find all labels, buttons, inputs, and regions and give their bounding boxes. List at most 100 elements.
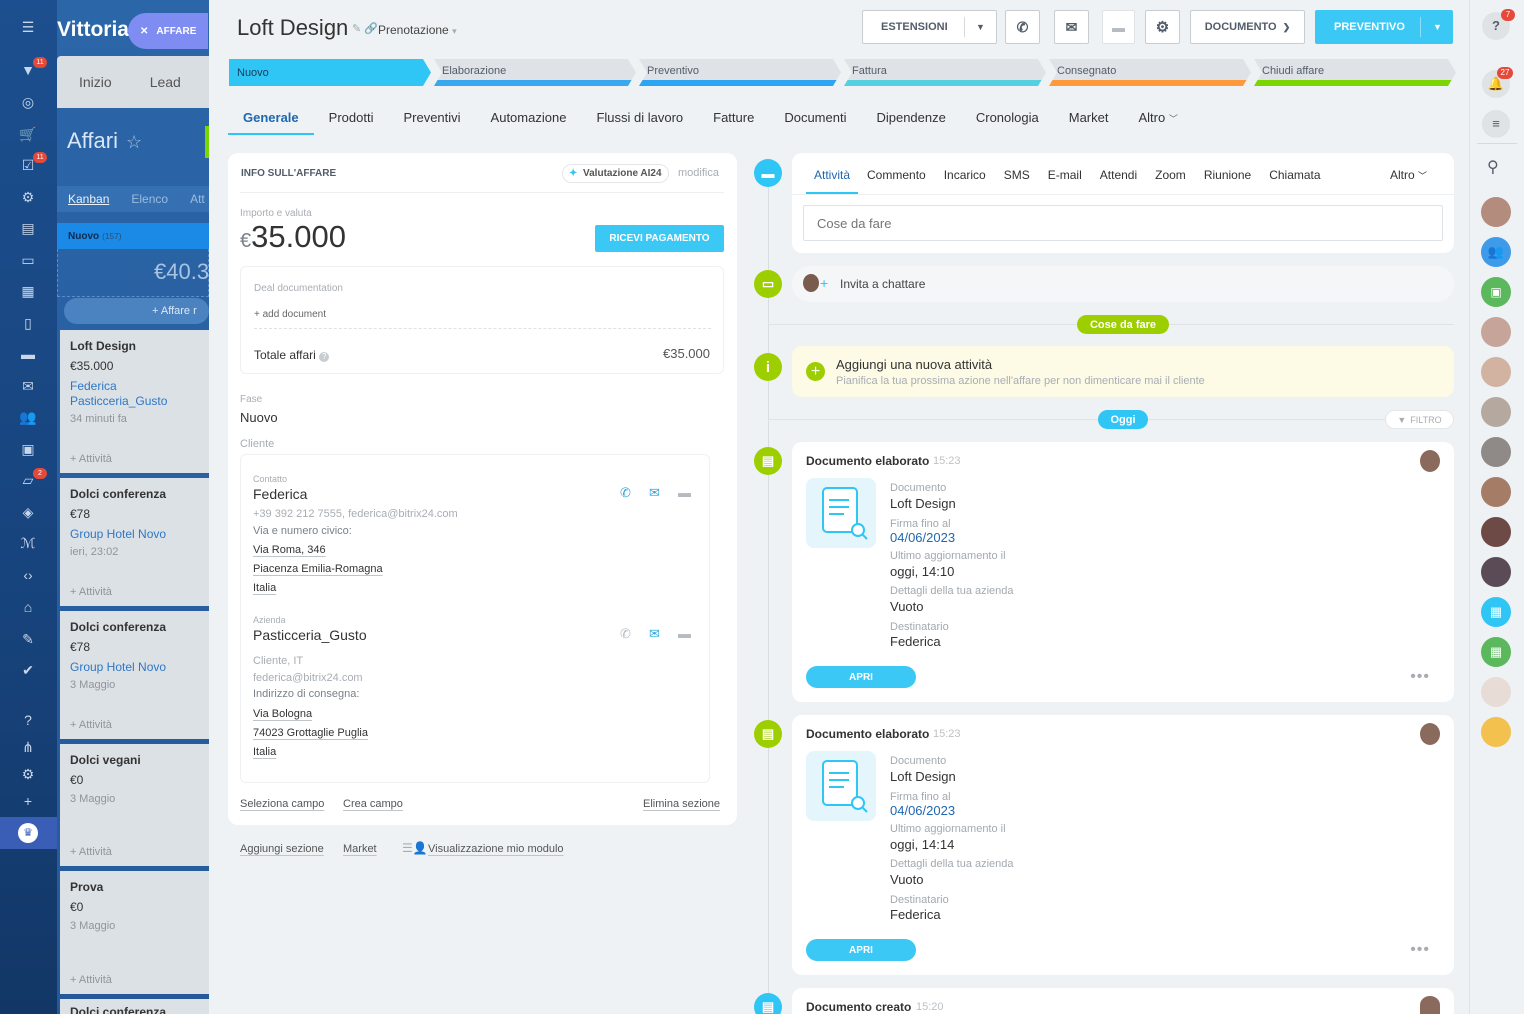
menu-icon[interactable]: ☰ <box>17 17 39 37</box>
document-button[interactable]: DOCUMENTO ❯ <box>1190 10 1305 44</box>
tab-comment[interactable]: Commento <box>858 158 935 194</box>
tab-call[interactable]: Chiamata <box>1260 158 1329 194</box>
calendar-icon[interactable]: ▦ <box>17 281 39 301</box>
filter-button[interactable]: ▼ FILTRO <box>1385 410 1454 429</box>
card-icon[interactable]: ▣ <box>17 439 39 459</box>
tab-documents[interactable]: Documenti <box>769 105 861 135</box>
target-icon[interactable]: ◎ <box>17 92 39 112</box>
plus-icon[interactable]: + <box>17 791 39 811</box>
tab-sms[interactable]: SMS <box>995 158 1039 194</box>
edit-link[interactable]: modifica <box>678 167 719 179</box>
tab-workflows[interactable]: Flussi di lavoro <box>581 105 698 135</box>
chat-icon[interactable]: ▭ <box>17 250 39 270</box>
tab-invoices[interactable]: Fatture <box>698 105 769 135</box>
check-icon[interactable]: ✔ <box>17 660 39 680</box>
kanban-card[interactable]: Dolci conferenza €78 Group Hotel Novo 3 … <box>60 611 209 739</box>
avatar[interactable] <box>1481 477 1511 507</box>
star-icon[interactable]: ☆ <box>126 132 142 153</box>
market-link[interactable]: Market <box>343 843 377 855</box>
view-activities[interactable]: Att <box>190 192 205 206</box>
select-field-link[interactable]: Seleziona campo <box>240 798 324 810</box>
tab-email[interactable]: E-mail <box>1039 158 1091 194</box>
field-value-link[interactable]: 04/06/2023 <box>890 803 955 818</box>
field-value-link[interactable]: 04/06/2023 <box>890 530 955 545</box>
nav-home[interactable]: Inizio <box>79 74 112 90</box>
contact-name[interactable]: Federica <box>253 486 307 502</box>
tab-task[interactable]: Incarico <box>935 158 995 194</box>
plus-icon[interactable]: + <box>806 362 825 381</box>
open-button[interactable]: APRI <box>806 666 916 688</box>
delete-section-link[interactable]: Elimina sezione <box>643 798 720 810</box>
add-deal-quick[interactable]: + Affare r <box>64 298 209 324</box>
quote-button[interactable]: PREVENTIVO ▼ <box>1315 10 1453 44</box>
group-chat-icon[interactable]: 👥 <box>1481 237 1511 267</box>
address-line[interactable]: Via Bologna <box>253 708 312 720</box>
category-selector[interactable]: Prenotazione ▾ <box>378 23 457 37</box>
kanban-card[interactable]: Dolci conferenza €78 Group Hotel Novo ie… <box>60 478 209 606</box>
gear-icon[interactable]: ⚙ <box>1145 10 1180 44</box>
tab-products[interactable]: Prodotti <box>314 105 389 135</box>
contact-phone-email[interactable]: +39 392 212 7555, federica@bitrix24.com <box>253 508 458 520</box>
sign-icon[interactable]: ✎ <box>17 629 39 649</box>
chat-icon[interactable]: ▬ <box>1102 10 1135 44</box>
box-icon[interactable]: ◈ <box>17 502 39 522</box>
document-icon[interactable]: ▯ <box>17 313 39 333</box>
team-icon[interactable]: 👥 <box>17 407 39 427</box>
tab-dependencies[interactable]: Dipendenze <box>861 105 960 135</box>
home-icon[interactable]: ⌂ <box>17 597 39 617</box>
event-title[interactable]: Documento creato <box>806 1000 911 1014</box>
ai-score-badge[interactable]: ✦ Valutazione AI24 <box>562 164 669 183</box>
org-icon[interactable]: ⋔ <box>17 737 39 757</box>
stage-0[interactable]: Nuovo <box>229 59 431 86</box>
stage-4[interactable]: Consegnato <box>1049 59 1251 86</box>
chat-icon[interactable]: ▬ <box>678 626 691 641</box>
add-deal-button[interactable]: ✕ AFFARE <box>128 13 208 49</box>
avatar[interactable] <box>1481 357 1511 387</box>
avatar[interactable] <box>1481 317 1511 347</box>
address-line[interactable]: Via Roma, 346 <box>253 544 326 556</box>
avatar[interactable] <box>1481 197 1511 227</box>
extensions-button[interactable]: ESTENSIONI ▼ <box>862 10 997 44</box>
search-icon[interactable]: ⚲ <box>1487 157 1499 177</box>
mail-icon[interactable]: ✉ <box>1054 10 1089 44</box>
messages-icon[interactable]: ≡ <box>1482 110 1510 138</box>
nav-lead[interactable]: Lead <box>150 74 181 90</box>
page-title[interactable]: Loft Design <box>237 15 348 41</box>
tab-more[interactable]: Altro ﹀ <box>1390 168 1427 182</box>
company-email[interactable]: federica@bitrix24.com <box>253 672 363 684</box>
tab-activity[interactable]: Attività <box>806 158 859 194</box>
mail-icon[interactable]: ✉ <box>649 485 660 501</box>
address-line[interactable]: Piacenza Emilia-Romagna <box>253 563 383 575</box>
rail-active-item[interactable]: ♛ <box>0 817 57 849</box>
avatar[interactable] <box>1481 677 1511 707</box>
chevron-down-icon[interactable]: ▼ <box>976 22 985 32</box>
event-title[interactable]: Documento elaborato <box>806 727 929 741</box>
more-icon[interactable]: ••• <box>1410 668 1430 686</box>
tab-market[interactable]: Market <box>1054 105 1124 135</box>
settings-icon[interactable]: ⚙ <box>17 187 39 207</box>
avatar[interactable] <box>1481 717 1511 747</box>
edit-icon[interactable]: ✎ 🔗 <box>352 22 378 35</box>
tab-meeting[interactable]: Riunione <box>1195 158 1260 194</box>
create-field-link[interactable]: Crea campo <box>343 798 403 810</box>
cart-icon[interactable]: 🛒 <box>17 124 39 144</box>
more-icon[interactable]: ••• <box>1410 941 1430 959</box>
stage-2[interactable]: Preventivo <box>639 59 841 86</box>
calendar-icon[interactable]: ▦ <box>1481 597 1511 627</box>
chevron-down-icon[interactable]: ▼ <box>1433 22 1442 32</box>
mail-icon[interactable]: ✉ <box>649 626 660 642</box>
tab-general[interactable]: Generale <box>228 105 314 135</box>
form-view-link[interactable]: Visualizzazione mio modulo <box>428 843 564 855</box>
avatar[interactable] <box>1481 517 1511 547</box>
address-line[interactable]: Italia <box>253 582 276 594</box>
calendar-icon[interactable]: ▦ <box>1481 637 1511 667</box>
drive-icon[interactable]: ▬ <box>17 344 39 364</box>
tab-automation[interactable]: Automazione <box>476 105 582 135</box>
tab-zoom[interactable]: Zoom <box>1146 158 1195 194</box>
help-icon[interactable]: ? <box>319 352 330 362</box>
kanban-card[interactable]: Prova €0 3 Maggio + Attività <box>60 871 209 994</box>
add-document-link[interactable]: + add document <box>254 309 326 320</box>
add-section-link[interactable]: Aggiungi sezione <box>240 843 324 855</box>
kanban-card[interactable]: Dolci conferenza <box>60 999 209 1014</box>
tab-wait[interactable]: Attendi <box>1091 158 1146 194</box>
